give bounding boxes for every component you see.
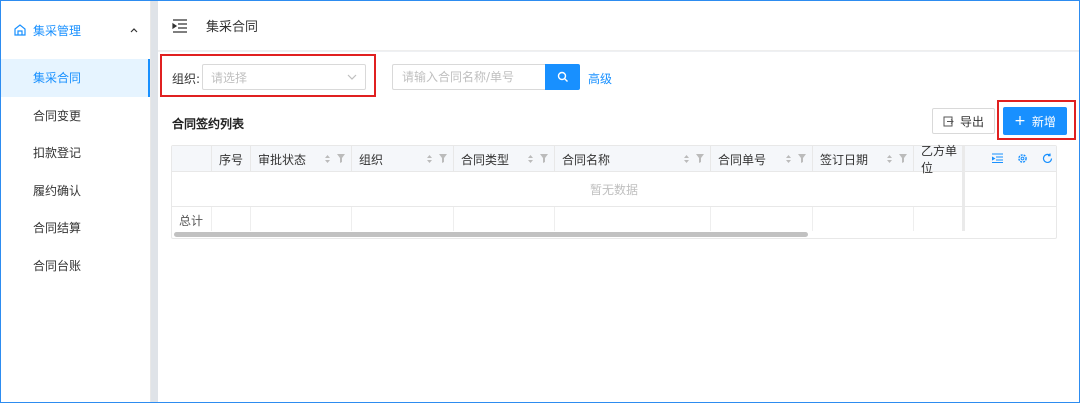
search-icon	[557, 71, 568, 82]
empty-state: 暂无数据	[172, 172, 1056, 207]
sidebar-group-procurement[interactable]: 集采管理	[1, 1, 150, 59]
new-label: 新增	[1031, 114, 1056, 129]
sidebar-item-procurement-contract[interactable]: 集采合同	[1, 59, 150, 97]
summary-cell	[813, 207, 914, 231]
sidebar-item-label: 集采合同	[33, 71, 82, 86]
column-party-b[interactable]: 乙方单位	[914, 144, 962, 175]
column-label: 组织	[359, 152, 384, 167]
summary-label: 总计	[179, 214, 204, 228]
menu-fold-icon[interactable]	[172, 18, 188, 33]
column-approval-status[interactable]: 审批状态	[251, 146, 352, 172]
sort-icon[interactable]	[683, 154, 690, 164]
filter-icon[interactable]	[798, 154, 806, 163]
sort-icon[interactable]	[426, 154, 433, 164]
table-toolbar	[992, 153, 1053, 164]
column-index: 序号	[212, 146, 251, 172]
org-label: 组织:	[172, 72, 201, 86]
sidebar-item-ledger[interactable]: 合同台账	[1, 247, 150, 285]
filter-icon[interactable]	[337, 154, 345, 163]
column-sign-date[interactable]: 签订日期	[813, 146, 914, 172]
sidebar: 集采管理 集采合同 合同变更 扣款登记 履约确认 合同结算 合同台账	[1, 1, 151, 402]
export-icon	[943, 116, 954, 126]
summary-row: 总计	[172, 207, 1056, 231]
sidebar-group-label: 集采管理	[33, 23, 82, 38]
sort-icon[interactable]	[527, 154, 534, 164]
contract-table: 序号 审批状态 组织 合同类型 合同名称 合同单号 签订日期 乙方单位 暂无数据…	[171, 144, 1057, 239]
sidebar-item-deduction[interactable]: 扣款登记	[1, 134, 150, 172]
sidebar-item-label: 合同结算	[33, 221, 82, 236]
sort-icon[interactable]	[785, 154, 792, 164]
column-settings-icon[interactable]	[992, 153, 1003, 163]
column-organization[interactable]: 组织	[352, 146, 454, 172]
summary-cell	[352, 207, 454, 231]
export-button[interactable]: 导出	[932, 108, 995, 134]
new-button[interactable]: + 新增	[1003, 107, 1067, 135]
summary-cell	[212, 207, 251, 231]
summary-cell	[555, 207, 711, 231]
summary-cell	[711, 207, 813, 231]
chevron-down-icon	[347, 74, 357, 80]
plus-icon: +	[1014, 113, 1026, 129]
column-contract-number[interactable]: 合同单号	[711, 146, 813, 172]
table-header: 序号 审批状态 组织 合同类型 合同名称 合同单号 签订日期 乙方单位	[172, 144, 1056, 175]
horizontal-scrollbar[interactable]	[174, 232, 808, 237]
column-label: 合同单号	[718, 152, 767, 167]
column-label: 审批状态	[258, 152, 307, 167]
column-label: 签订日期	[820, 152, 869, 167]
filter-icon[interactable]	[899, 154, 907, 163]
sidebar-item-contract-change[interactable]: 合同变更	[1, 97, 150, 135]
filter-icon[interactable]	[439, 154, 447, 163]
summary-cell	[251, 207, 352, 231]
sidebar-item-label: 履约确认	[33, 183, 82, 198]
sidebar-item-label: 扣款登记	[33, 146, 82, 161]
advanced-search-link[interactable]: 高级	[588, 70, 612, 87]
column-label: 合同类型	[461, 152, 510, 167]
filter-icon[interactable]	[540, 154, 548, 163]
sidebar-gutter	[151, 1, 158, 402]
sort-icon[interactable]	[324, 154, 331, 164]
list-title: 合同签约列表	[172, 117, 245, 131]
export-label: 导出	[959, 114, 984, 129]
search-input[interactable]	[392, 64, 546, 90]
sidebar-item-label: 合同变更	[33, 108, 82, 123]
org-select[interactable]: 请选择	[202, 64, 366, 90]
column-label: 合同名称	[562, 152, 611, 167]
column-label: 序号	[219, 152, 244, 167]
sort-icon[interactable]	[886, 154, 893, 164]
column-contract-name[interactable]: 合同名称	[555, 146, 711, 172]
column-label: 乙方单位	[921, 144, 958, 175]
org-select-placeholder: 请选择	[211, 70, 248, 85]
column-contract-type[interactable]: 合同类型	[454, 146, 555, 172]
summary-cell	[454, 207, 555, 231]
gear-icon[interactable]	[1017, 153, 1028, 164]
column-select	[172, 146, 212, 172]
search-button[interactable]	[545, 64, 580, 90]
home-icon	[14, 24, 26, 36]
refresh-icon[interactable]	[1042, 153, 1053, 164]
summary-cell: 总计	[172, 207, 212, 231]
sidebar-item-settlement[interactable]: 合同结算	[1, 209, 150, 247]
page-title: 集采合同	[206, 20, 259, 35]
sidebar-item-label: 合同台账	[33, 258, 82, 273]
sidebar-item-performance[interactable]: 履约确认	[1, 172, 150, 210]
top-header: 集采合同	[158, 1, 1079, 51]
filter-icon[interactable]	[696, 154, 704, 163]
chevron-up-icon[interactable]	[129, 25, 139, 35]
